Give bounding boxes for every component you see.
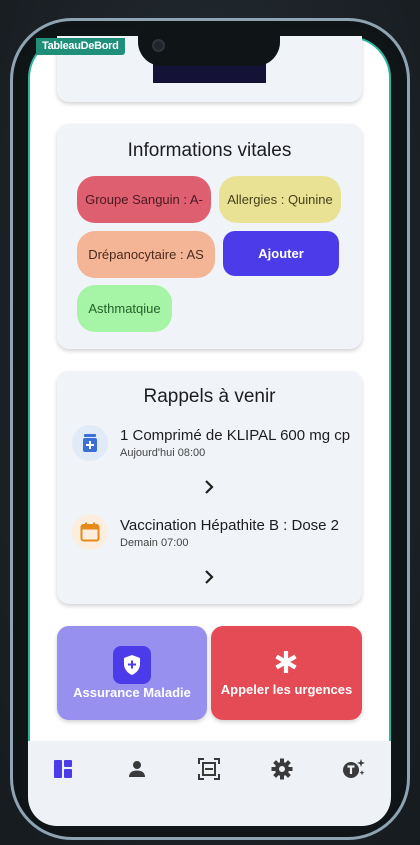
calendar-icon <box>72 514 108 550</box>
chevron-right-icon[interactable] <box>202 480 216 494</box>
debug-banner: TableauDeBord <box>36 38 125 55</box>
person-icon[interactable] <box>123 755 151 783</box>
add-vital-button[interactable]: Ajouter <box>223 231 339 276</box>
shield-plus-icon <box>113 646 151 684</box>
vitals-card: Informations vitales Groupe Sanguin : A-… <box>57 124 362 349</box>
camera-icon <box>152 39 165 52</box>
reminders-card: Rappels à venir 1 Comprimé de KLIPAL 600… <box>57 371 362 604</box>
blood-group-chip[interactable]: Groupe Sanguin : A- <box>77 176 211 223</box>
reminder-time: Demain 07:00 <box>120 537 189 549</box>
reminder-title: Vaccination Hépathite B : Dose 2 <box>120 517 340 534</box>
chevron-right-icon[interactable] <box>202 570 216 584</box>
home-indicator-area <box>28 797 391 826</box>
sickle-cell-chip[interactable]: Drépanocytaire : AS <box>77 231 215 278</box>
pill-bottle-icon <box>72 425 108 461</box>
reminders-title: Rappels à venir <box>143 386 276 407</box>
insurance-button[interactable]: Assurance Maladie <box>57 626 207 720</box>
emergency-call-button[interactable]: Appeler les urgences <box>211 626 362 720</box>
vitals-title: Informations vitales <box>127 140 292 161</box>
emergency-label: Appeler les urgences <box>220 682 353 697</box>
allergies-chip[interactable]: Allergies : Quinine <box>219 176 341 223</box>
dashboard-icon[interactable] <box>49 755 77 783</box>
insurance-label: Assurance Maladie <box>73 685 191 700</box>
bottom-navigation <box>28 741 391 797</box>
gear-icon[interactable] <box>268 755 296 783</box>
asthma-chip[interactable]: Asthmatqiue <box>77 285 172 332</box>
asterisk-icon <box>274 650 298 674</box>
scan-icon[interactable] <box>195 755 223 783</box>
reminder-time: Aujourd'hui 08:00 <box>120 447 206 459</box>
reminder-title: 1 Comprimé de KLIPAL 600 mg cp <box>120 427 351 444</box>
translate-icon[interactable] <box>340 755 368 783</box>
